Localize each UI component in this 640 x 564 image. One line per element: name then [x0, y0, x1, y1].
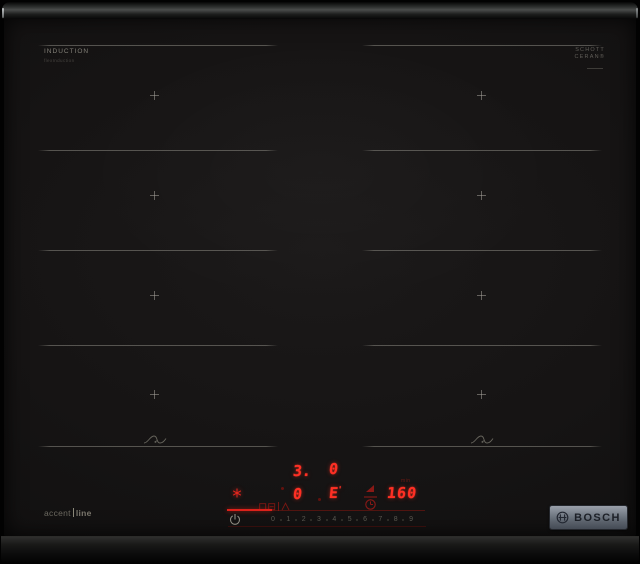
pan-position-cross — [477, 91, 486, 100]
power-level-5[interactable]: 5 — [348, 516, 352, 523]
zone-line — [362, 150, 602, 151]
zone-display-right-top[interactable]: 0 — [328, 462, 339, 477]
power-scale[interactable]: 0 1 2 3 4 5 6 7 8 9 — [271, 514, 413, 525]
display-mark: ' — [337, 485, 343, 494]
pan-position-cross — [477, 191, 486, 200]
accent-text: accent — [44, 508, 71, 518]
dim-indicator-dot — [318, 498, 321, 501]
bosch-logo-text: BOSCH — [574, 512, 621, 524]
scale-separator-dot — [310, 519, 312, 521]
accentline-wordmark: accent line — [44, 508, 92, 518]
power-level-6[interactable]: 6 — [363, 516, 367, 523]
bosch-badge: BOSCH — [550, 506, 627, 529]
power-slider-track[interactable] — [272, 510, 425, 511]
zone-display-left-bottom[interactable]: 0 — [292, 487, 303, 502]
pan-position-cross — [477, 291, 486, 300]
induction-subline: flexInduction — [44, 58, 89, 63]
power-level-2[interactable]: 2 — [302, 516, 306, 523]
cooktop-product-shot: INDUCTION flexInduction SCHOTT CERAN® ac… — [0, 0, 640, 564]
power-level-7[interactable]: 7 — [378, 516, 382, 523]
schott-underline — [587, 68, 603, 69]
scale-separator-dot — [387, 519, 389, 521]
zone-line — [362, 345, 602, 346]
line-text: line — [76, 508, 92, 518]
bosch-armature-icon — [556, 511, 569, 524]
panel-lower-line — [228, 526, 426, 527]
timer-clock-icon[interactable] — [362, 483, 379, 512]
schott-line2: CERAN® — [553, 54, 605, 61]
power-level-8[interactable]: 8 — [394, 516, 398, 523]
pan-position-cross — [150, 191, 159, 200]
pan-position-cross — [477, 390, 486, 399]
accentline-divider — [73, 508, 74, 517]
zone-line — [362, 446, 602, 447]
scale-separator-dot — [341, 519, 343, 521]
pan-position-cross — [150, 91, 159, 100]
zone-line — [38, 45, 278, 46]
power-level-0[interactable]: 0 — [271, 516, 275, 523]
scale-separator-dot — [280, 519, 282, 521]
zone-line — [362, 250, 602, 251]
front-edge-trim — [1, 536, 639, 564]
power-icon[interactable] — [228, 512, 242, 526]
zone-line — [38, 345, 278, 346]
induction-print: INDUCTION flexInduction — [44, 48, 89, 63]
scale-separator-dot — [356, 519, 358, 521]
timer-display: 160 — [386, 486, 418, 501]
dim-indicator-dot — [281, 487, 284, 490]
flex-zone-mark-icon — [142, 432, 168, 446]
zone-display-left-top[interactable]: 3. — [292, 464, 312, 479]
active-power-bar[interactable] — [227, 509, 272, 511]
power-level-9[interactable]: 9 — [409, 516, 413, 523]
scale-separator-dot — [402, 519, 404, 521]
zone-line — [38, 150, 278, 151]
power-level-3[interactable]: 3 — [317, 516, 321, 523]
power-level-4[interactable]: 4 — [332, 516, 336, 523]
zone-line — [362, 45, 602, 46]
zone-line — [38, 446, 278, 447]
schott-ceran-print: SCHOTT CERAN® — [553, 47, 605, 62]
induction-label: INDUCTION — [44, 48, 89, 55]
pan-position-cross — [150, 291, 159, 300]
zone-line — [38, 250, 278, 251]
scale-separator-dot — [326, 519, 328, 521]
cleaning-protection-icon[interactable] — [232, 488, 242, 498]
power-level-1[interactable]: 1 — [286, 516, 290, 523]
top-edge-trim — [2, 2, 638, 19]
scale-separator-dot — [295, 519, 297, 521]
scale-separator-dot — [372, 519, 374, 521]
zone-display-right-bottom[interactable]: E' — [328, 486, 342, 501]
glass-surface — [4, 17, 636, 536]
flex-zone-mark-icon — [469, 432, 495, 446]
pan-position-cross — [150, 390, 159, 399]
